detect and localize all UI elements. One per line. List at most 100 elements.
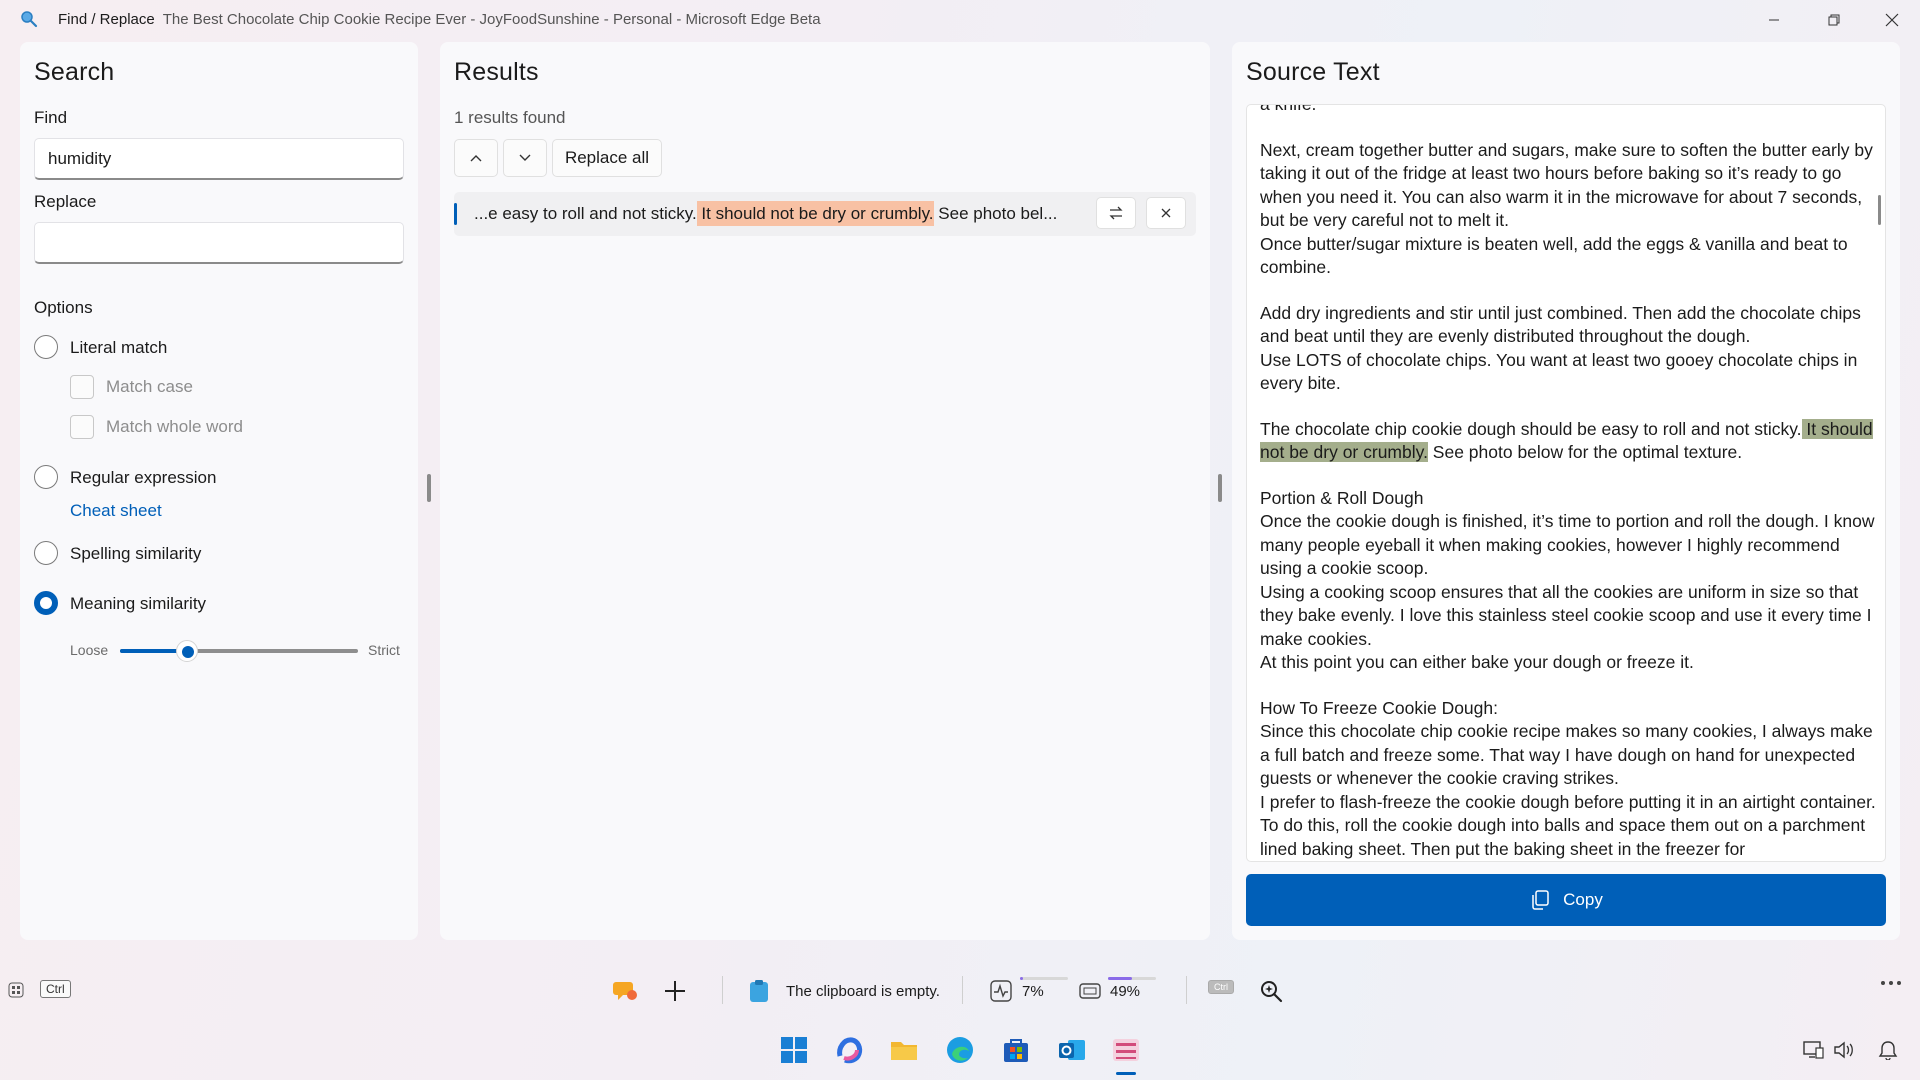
source-fragment: a knife. — [1260, 104, 1317, 114]
restore-icon — [1828, 14, 1840, 26]
source-text-area[interactable]: a knife. Next, cream together butter and… — [1246, 104, 1886, 862]
cpu-meter — [1020, 977, 1068, 980]
outlook-icon[interactable] — [1056, 1034, 1088, 1066]
notification-bell-icon[interactable] — [1878, 1040, 1898, 1060]
slider-thumb[interactable] — [175, 640, 198, 662]
options-label: Options — [34, 298, 93, 317]
copy-button-label: Copy — [1563, 890, 1603, 909]
clipboard-status: The clipboard is empty. — [786, 982, 940, 1000]
left-splitter[interactable] — [427, 474, 431, 502]
source-text-content: a knife. Next, cream together butter and… — [1260, 104, 1880, 861]
replace-swap-icon — [1109, 206, 1123, 220]
match-whole-word-label: Match whole word — [106, 417, 244, 436]
windows-start-icon[interactable] — [778, 1034, 810, 1066]
search-panel: Search Find humidity Replace Options Lit… — [20, 42, 418, 940]
copilot-voice-button[interactable] — [612, 978, 638, 1004]
minimize-icon — [1769, 19, 1779, 21]
results-count: 1 results found — [454, 108, 566, 127]
snippet-after: See photo bel... — [933, 204, 1058, 223]
match-whole-word-checkbox[interactable] — [70, 415, 94, 439]
similarity-slider[interactable] — [120, 640, 358, 662]
slider-max-label: Strict — [368, 642, 400, 658]
match-case-label: Match case — [106, 377, 193, 396]
regex-label: Regular expression — [70, 468, 217, 487]
replace-label: Replace — [34, 192, 97, 211]
display-tray-icon[interactable] — [1802, 1040, 1824, 1060]
meaning-similarity-radio[interactable] — [34, 591, 58, 615]
close-icon — [1885, 13, 1899, 27]
dismiss-result-button[interactable] — [1146, 197, 1186, 229]
add-button[interactable] — [662, 978, 688, 1004]
cpu-percent: 7% — [1022, 982, 1044, 1000]
close-button[interactable] — [1864, 0, 1920, 40]
toolbar-separator — [1186, 976, 1187, 1004]
grid-icon — [8, 982, 24, 998]
more-options-button[interactable] — [1880, 980, 1902, 986]
regex-radio[interactable] — [34, 465, 58, 489]
search-heading: Search — [34, 58, 115, 86]
mini-ctrl-key: Ctrl — [1208, 980, 1234, 994]
result-item[interactable]: ...e easy to roll and not sticky. It sho… — [454, 192, 1196, 236]
clipboard-icon — [750, 980, 768, 1002]
match-case-checkbox[interactable] — [70, 375, 94, 399]
memory-chip-icon — [1079, 983, 1101, 999]
bottom-toolbar — [0, 962, 1920, 1018]
replace-result-button[interactable] — [1096, 197, 1136, 229]
cheat-sheet-link[interactable]: Cheat sheet — [70, 501, 162, 521]
replace-input[interactable] — [34, 222, 404, 264]
snippet-match: It should not be dry or crumbly. — [696, 201, 934, 226]
browser-title: The Best Chocolate Chip Cookie Recipe Ev… — [162, 11, 821, 28]
toolbar-separator — [722, 976, 723, 1004]
plus-icon — [665, 981, 685, 1001]
clipboard-indicator[interactable]: The clipboard is empty. — [748, 979, 940, 1003]
previous-result-button[interactable] — [454, 139, 498, 177]
spelling-similarity-radio[interactable] — [34, 541, 58, 565]
active-app-indicator — [1116, 1072, 1136, 1075]
results-heading: Results — [454, 58, 539, 86]
right-splitter[interactable] — [1218, 474, 1222, 502]
source-paragraph: Portion & Roll Dough Once the cookie dou… — [1260, 487, 1875, 673]
close-icon — [1161, 208, 1171, 218]
speech-bubble-icon — [613, 982, 637, 1000]
slider-min-label: Loose — [70, 642, 109, 658]
source-paragraph: Add dry ingredients and stir until just … — [1260, 302, 1861, 394]
volume-icon[interactable] — [1832, 1040, 1854, 1060]
source-panel: Source Text a knife. Next, cream togethe… — [1232, 42, 1900, 940]
result-selected-indicator — [454, 203, 457, 225]
memory-usage-indicator[interactable]: 49% — [1078, 980, 1140, 1002]
literal-match-radio[interactable] — [34, 335, 58, 359]
minimize-button[interactable] — [1746, 0, 1802, 40]
toolbar-grid-button[interactable] — [8, 982, 24, 998]
copilot-icon[interactable] — [834, 1034, 866, 1066]
copy-icon — [1532, 890, 1549, 910]
more-dots-icon — [1881, 981, 1901, 985]
replace-all-button[interactable]: Replace all — [552, 139, 662, 177]
cpu-usage-indicator[interactable]: 7% — [990, 980, 1044, 1002]
restore-button[interactable] — [1806, 0, 1862, 40]
source-paragraph: Next, cream together butter and sugars, … — [1260, 139, 1873, 278]
keyboard-indicator[interactable]: Ctrl — [1208, 980, 1234, 994]
spelling-similarity-label: Spelling similarity — [70, 544, 202, 563]
find-label: Find — [34, 108, 68, 127]
source-heading: Source Text — [1246, 58, 1380, 86]
title-bar: Find / Replace The Best Chocolate Chip Co… — [0, 0, 1920, 40]
powertoys-app-icon[interactable] — [1110, 1034, 1142, 1066]
source-scrollbar[interactable] — [1878, 195, 1881, 225]
copy-button[interactable]: Copy — [1246, 874, 1886, 926]
toolbar-separator — [962, 976, 963, 1004]
microsoft-store-icon[interactable] — [1000, 1034, 1032, 1066]
snippet-before: ...e easy to roll and not sticky. — [474, 204, 697, 223]
app-name: Find / Replace — [58, 11, 155, 28]
file-explorer-icon[interactable] — [888, 1034, 920, 1066]
ctrl-key-indicator: Ctrl — [40, 980, 71, 998]
literal-match-label: Literal match — [70, 338, 168, 357]
search-sparkle-icon — [1261, 981, 1283, 1003]
search-tool-button[interactable] — [1258, 978, 1284, 1004]
memory-meter — [1108, 977, 1156, 980]
chevron-up-icon — [470, 155, 482, 162]
next-result-button[interactable] — [503, 139, 547, 177]
edge-browser-icon[interactable] — [944, 1034, 976, 1066]
activity-icon — [990, 980, 1012, 1002]
search-app-icon — [21, 11, 38, 28]
find-input[interactable]: humidity — [34, 138, 404, 180]
